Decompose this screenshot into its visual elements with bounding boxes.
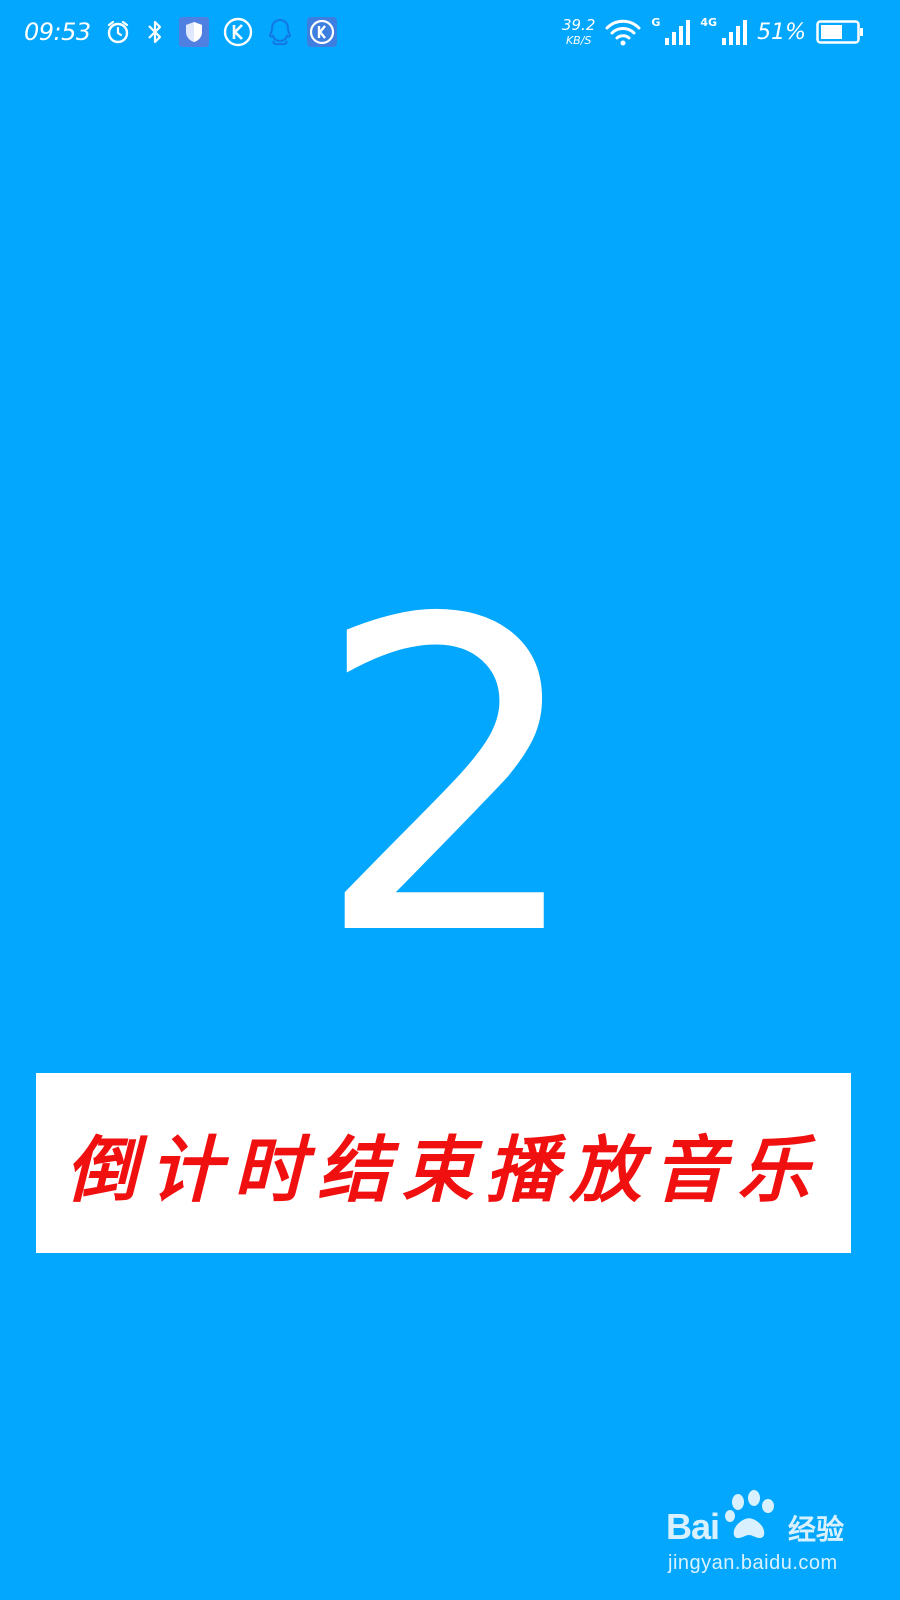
countdown-number: 2 (313, 530, 587, 1030)
network-speed: 39.2 KB/S (561, 16, 596, 47)
bluetooth-icon (145, 18, 165, 46)
sim1-label: G (651, 16, 661, 29)
shield-icon (178, 17, 209, 47)
k-app-icon (223, 17, 253, 47)
wifi-icon (605, 18, 641, 46)
qq-icon (267, 17, 293, 47)
watermark-brand: Bai (666, 1506, 720, 1547)
signal-icon (664, 18, 691, 46)
caption-box: 倒计时结束播放音乐 (36, 1073, 851, 1253)
status-bar: 09:53 39.2 KB/S G 4G 51% (0, 0, 900, 64)
battery-icon (816, 19, 864, 45)
k-app-icon (306, 17, 337, 47)
signal-icon (721, 18, 748, 46)
alarm-icon (105, 19, 131, 45)
status-right: 39.2 KB/S G 4G 51% (562, 12, 864, 52)
baidu-paw-icon (718, 1488, 788, 1552)
baidu-jingyan-watermark: Bai 经验 jingyan.baidu.com (666, 1488, 856, 1578)
status-left: 09:53 (24, 14, 337, 50)
sim2-label: 4G (700, 16, 718, 29)
watermark-url: jingyan.baidu.com (668, 1552, 838, 1574)
status-time: 09:53 (24, 18, 91, 46)
network-speed-unit: KB/S (565, 34, 592, 47)
watermark-brand-suffix: 经验 (788, 1513, 845, 1546)
battery-percent: 51% (757, 19, 806, 45)
network-speed-value: 39.2 (561, 16, 596, 34)
caption-text: 倒计时结束播放音乐 (65, 1126, 822, 1212)
